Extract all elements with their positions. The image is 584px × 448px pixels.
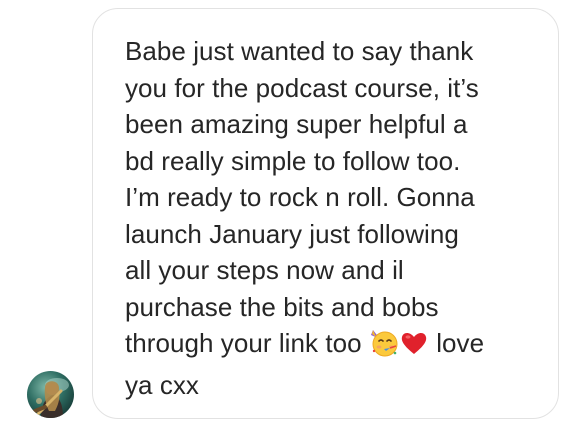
message-line: all your steps now and il: [125, 255, 404, 285]
chat-thread: Babe just wanted to say thank you for th…: [0, 0, 584, 448]
sender-avatar[interactable]: [27, 371, 74, 418]
message-line: through your link too love: [125, 325, 545, 367]
message-fragment: love: [436, 328, 485, 358]
message-line: ya cxx: [125, 369, 199, 400]
red-heart-icon: [400, 329, 428, 367]
message-line: bd really simple to follow too.: [125, 145, 461, 176]
message-fragment: through your link too: [125, 328, 362, 358]
message-line: Babe just wanted to say thank: [125, 36, 474, 66]
message-text: Babe just wanted to say thank you for th…: [125, 33, 545, 403]
message-line: you for the podcast course, it’s: [125, 72, 479, 103]
partying-face-icon: [370, 329, 398, 367]
message-line: launch January just following: [125, 218, 459, 249]
message-line: I’m ready to rock n roll. Gonna: [125, 182, 475, 212]
profile-photo-icon: [27, 371, 74, 418]
message-line: purchase the bits and bobs: [125, 291, 439, 322]
message-line: been amazing super helpful a: [125, 109, 468, 139]
